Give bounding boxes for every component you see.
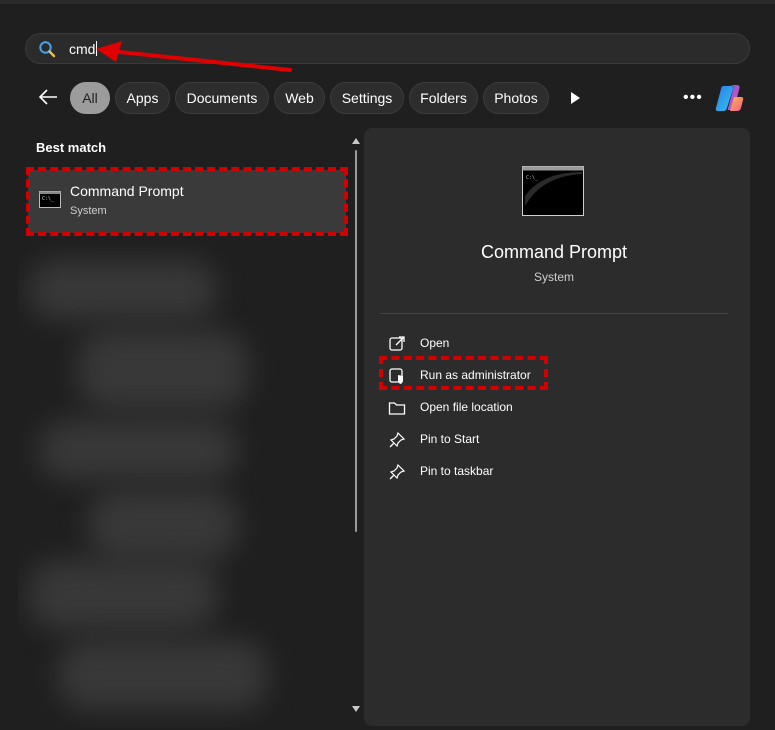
- tab-folders[interactable]: Folders: [409, 82, 478, 114]
- details-subtitle: System: [533, 270, 574, 284]
- copilot-icon[interactable]: [714, 82, 746, 114]
- search-icon: [39, 41, 56, 58]
- scroll-down-icon[interactable]: [352, 706, 360, 712]
- play-icon[interactable]: [568, 91, 582, 105]
- action-label: Open: [420, 336, 450, 350]
- folder-icon: [388, 402, 406, 415]
- details-title: Command Prompt: [480, 242, 628, 262]
- tab-all[interactable]: All: [70, 82, 110, 114]
- open-icon: [389, 336, 405, 351]
- command-prompt-large-icon: C:\_: [522, 166, 584, 216]
- pin-icon: [389, 431, 406, 448]
- action-open-file-location[interactable]: Open file location: [388, 396, 688, 420]
- scroll-thumb[interactable]: [355, 150, 357, 532]
- action-pin-to-taskbar[interactable]: Pin to taskbar: [388, 460, 688, 484]
- action-label: Open file location: [420, 400, 513, 414]
- action-label: Run as administrator: [420, 368, 531, 382]
- tab-photos[interactable]: Photos: [483, 82, 549, 114]
- action-label: Pin to Start: [420, 432, 480, 446]
- results-scrollbar[interactable]: [351, 136, 361, 718]
- best-match-result[interactable]: C:\_ Command Prompt System: [28, 170, 346, 233]
- text-caret: [96, 41, 98, 56]
- search-input[interactable]: cmd: [69, 41, 98, 57]
- search-box[interactable]: cmd: [25, 33, 750, 64]
- blurred-results: [18, 240, 350, 728]
- search-query: cmd: [69, 41, 96, 57]
- filter-bar: All Apps Documents Web Settings Folders …: [0, 81, 775, 115]
- best-match-heading: Best match: [36, 140, 107, 155]
- tab-apps[interactable]: Apps: [115, 82, 170, 114]
- divider: [380, 313, 728, 314]
- more-options-icon[interactable]: •••: [683, 89, 703, 107]
- pin-icon: [389, 463, 406, 480]
- scroll-up-icon[interactable]: [352, 138, 360, 144]
- svg-text:C:\_: C:\_: [526, 175, 539, 181]
- tab-settings[interactable]: Settings: [330, 82, 404, 114]
- action-run-as-administrator[interactable]: Run as administrator: [388, 364, 688, 388]
- command-prompt-icon: C:\_: [39, 191, 61, 208]
- action-open[interactable]: Open: [388, 332, 688, 356]
- result-subtitle: System: [70, 205, 107, 217]
- action-pin-to-start[interactable]: Pin to Start: [388, 428, 688, 452]
- svg-text:C:\_: C:\_: [42, 196, 55, 202]
- arrow-left-icon[interactable]: [37, 87, 59, 107]
- action-label: Pin to taskbar: [420, 464, 494, 478]
- tab-web[interactable]: Web: [274, 82, 325, 114]
- shield-icon: [389, 368, 403, 384]
- result-title: Command Prompt: [70, 183, 184, 199]
- top-edge: [0, 0, 775, 4]
- details-panel: C:\_ Command Prompt System Open Run as a…: [364, 128, 750, 726]
- tab-documents[interactable]: Documents: [175, 82, 269, 114]
